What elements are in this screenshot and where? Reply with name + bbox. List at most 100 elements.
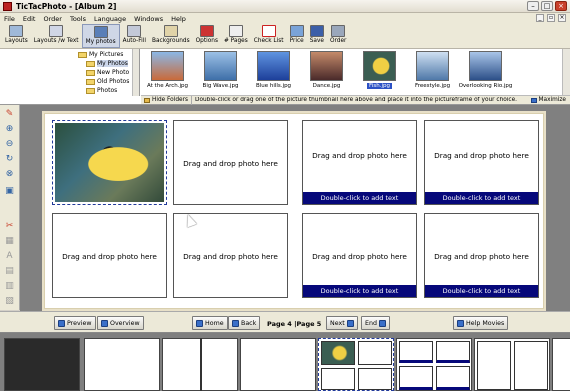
pages-button[interactable]: # Pages (221, 24, 251, 48)
save-button[interactable]: Save (307, 24, 327, 48)
delete-icon[interactable]: ⊗ (3, 168, 16, 180)
photo-browser: My Pictures My Photos New Photo Old Phot… (0, 49, 570, 105)
layouts-text-button[interactable]: Layouts /w Text (31, 24, 82, 48)
page-thumb-cell (399, 341, 433, 363)
page-thumb[interactable] (396, 338, 472, 391)
menu-file[interactable]: File (4, 15, 15, 23)
close-button[interactable]: × (555, 1, 567, 11)
page-thumb-cell (321, 368, 355, 390)
thumbnail-image (363, 51, 396, 81)
menu-language[interactable]: Language (94, 15, 126, 23)
mdi-restore-button[interactable]: ▫ (547, 14, 555, 22)
tree-item-my-pictures[interactable]: My Pictures (78, 51, 123, 58)
tree-item-my-photos[interactable]: My Photos (86, 60, 128, 67)
backgrounds-icon (163, 25, 178, 37)
page-thumb-cover[interactable] (4, 338, 80, 391)
photo-frame-with-caption[interactable]: Drag and drop photo here Double-click to… (302, 213, 417, 298)
menu-edit[interactable]: Edit (23, 15, 36, 23)
menu-windows[interactable]: Windows (134, 15, 163, 23)
window-controls: – □ × (527, 1, 567, 11)
thumbnail[interactable]: Big Wave.jpg (194, 49, 247, 96)
photo-frame-with-caption[interactable]: Drag and drop photo here Double-click to… (302, 120, 417, 205)
preview-button[interactable]: Preview (54, 316, 96, 330)
align-icon: ▥ (5, 281, 14, 291)
options-button[interactable]: Options (193, 24, 221, 48)
price-button[interactable]: Price (287, 24, 307, 48)
page-thumb[interactable] (162, 338, 238, 391)
mdi-minimize-button[interactable]: _ (536, 14, 544, 22)
check-list-button[interactable]: Check List (251, 24, 287, 48)
thumbnail-image (151, 51, 184, 81)
page-thumb[interactable] (84, 338, 160, 391)
mdi-close-button[interactable]: × (558, 14, 566, 22)
thumbnail[interactable]: Dance.jpg (300, 49, 353, 96)
photo-frame-with-caption[interactable]: Drag and drop photo here Double-click to… (424, 120, 539, 205)
thumbnail[interactable]: Blue hills.jpg (247, 49, 300, 96)
page-thumb[interactable] (240, 338, 316, 391)
window-title: TicTacPhoto - [Album 2] (16, 1, 117, 11)
caption-bar[interactable]: Double-click to add text (303, 285, 416, 297)
photo-frame-empty[interactable]: Drag and drop photo here (52, 213, 167, 298)
minimize-button[interactable]: – (527, 1, 539, 11)
menu-tools[interactable]: Tools (70, 15, 86, 23)
hint-bar: Hide Folders Double-click or drag one of… (141, 95, 570, 105)
maximize-browser-button[interactable]: Maximize (530, 97, 570, 103)
maximize-button[interactable]: □ (541, 1, 553, 11)
my-photos-button[interactable]: My photos (81, 24, 120, 48)
folder-tree[interactable]: My Pictures My Photos New Photo Old Phot… (0, 49, 140, 96)
end-button[interactable]: End (361, 316, 390, 330)
thumbnail[interactable]: At the Arch.jpg (141, 49, 194, 96)
end-icon (378, 319, 386, 327)
menu-order[interactable]: Order (43, 15, 61, 23)
overview-icon (101, 319, 108, 327)
thumbnail-selected[interactable]: Fish.jpg (353, 49, 406, 96)
tree-item-new-photo[interactable]: New Photo (86, 69, 129, 76)
hide-folders-button[interactable]: Hide Folders (141, 95, 192, 105)
layouts-text-icon (49, 25, 64, 37)
home-button[interactable]: Home (192, 316, 228, 330)
caption-bar[interactable]: Double-click to add text (303, 192, 416, 204)
folder-icon (86, 69, 95, 76)
next-button[interactable]: Next (326, 316, 358, 330)
back-button[interactable]: Back (228, 316, 261, 330)
overview-button[interactable]: Overview (97, 316, 144, 330)
thumbnail-image (257, 51, 290, 81)
backgrounds-button[interactable]: Backgrounds (149, 24, 193, 48)
page-thumb-partial[interactable] (552, 338, 570, 391)
checklist-icon (261, 25, 276, 37)
pencil-icon[interactable]: ✎ (3, 108, 16, 120)
folder-icon (78, 51, 87, 58)
photo-frame-with-caption[interactable]: Drag and drop photo here Double-click to… (424, 213, 539, 298)
zoom-in-icon[interactable]: ⊕ (3, 123, 16, 135)
frame-icon[interactable]: ▣ (3, 185, 16, 197)
photo-frame-filled[interactable] (52, 120, 167, 205)
tree-scrollbar[interactable] (132, 49, 139, 96)
page-thumb-cell (358, 368, 392, 390)
order-icon (331, 25, 346, 37)
caption-bar[interactable]: Double-click to add text (425, 192, 538, 204)
layer-icon: ▧ (5, 296, 14, 306)
zoom-out-icon[interactable]: ⊖ (3, 138, 16, 150)
page-thumb[interactable] (474, 338, 550, 391)
page-thumb-current[interactable] (318, 338, 394, 391)
folder-icon (144, 97, 150, 103)
photo-frame-empty[interactable]: Drag and drop photo here (173, 120, 288, 205)
thumbnail-scrollbar[interactable] (562, 49, 570, 96)
layouts-button[interactable]: Layouts (2, 24, 31, 48)
page-indicator: Page 4 |Page 5 (267, 320, 322, 328)
caption-bar[interactable]: Double-click to add text (425, 285, 538, 297)
auto-fill-button[interactable]: Auto-Fill (120, 24, 149, 48)
order-button[interactable]: Order (327, 24, 349, 48)
rotate-icon[interactable]: ↻ (3, 153, 16, 165)
thumbnail[interactable]: Freestyle.jpg (406, 49, 459, 96)
crop-icon[interactable]: ✂ (3, 220, 16, 232)
menu-help[interactable]: Help (171, 15, 186, 23)
page-strip (0, 333, 570, 391)
thumbnail[interactable]: Overlooking Rio.jpg (459, 49, 512, 96)
tree-item-old-photos[interactable]: Old Photos (86, 78, 129, 85)
page-thumb-cell (477, 341, 511, 390)
page-thumb-cell (399, 366, 433, 390)
autofill-icon (127, 25, 142, 37)
help-movies-button[interactable]: Help Movies (453, 316, 509, 330)
tree-item-photos[interactable]: Photos (86, 87, 117, 94)
